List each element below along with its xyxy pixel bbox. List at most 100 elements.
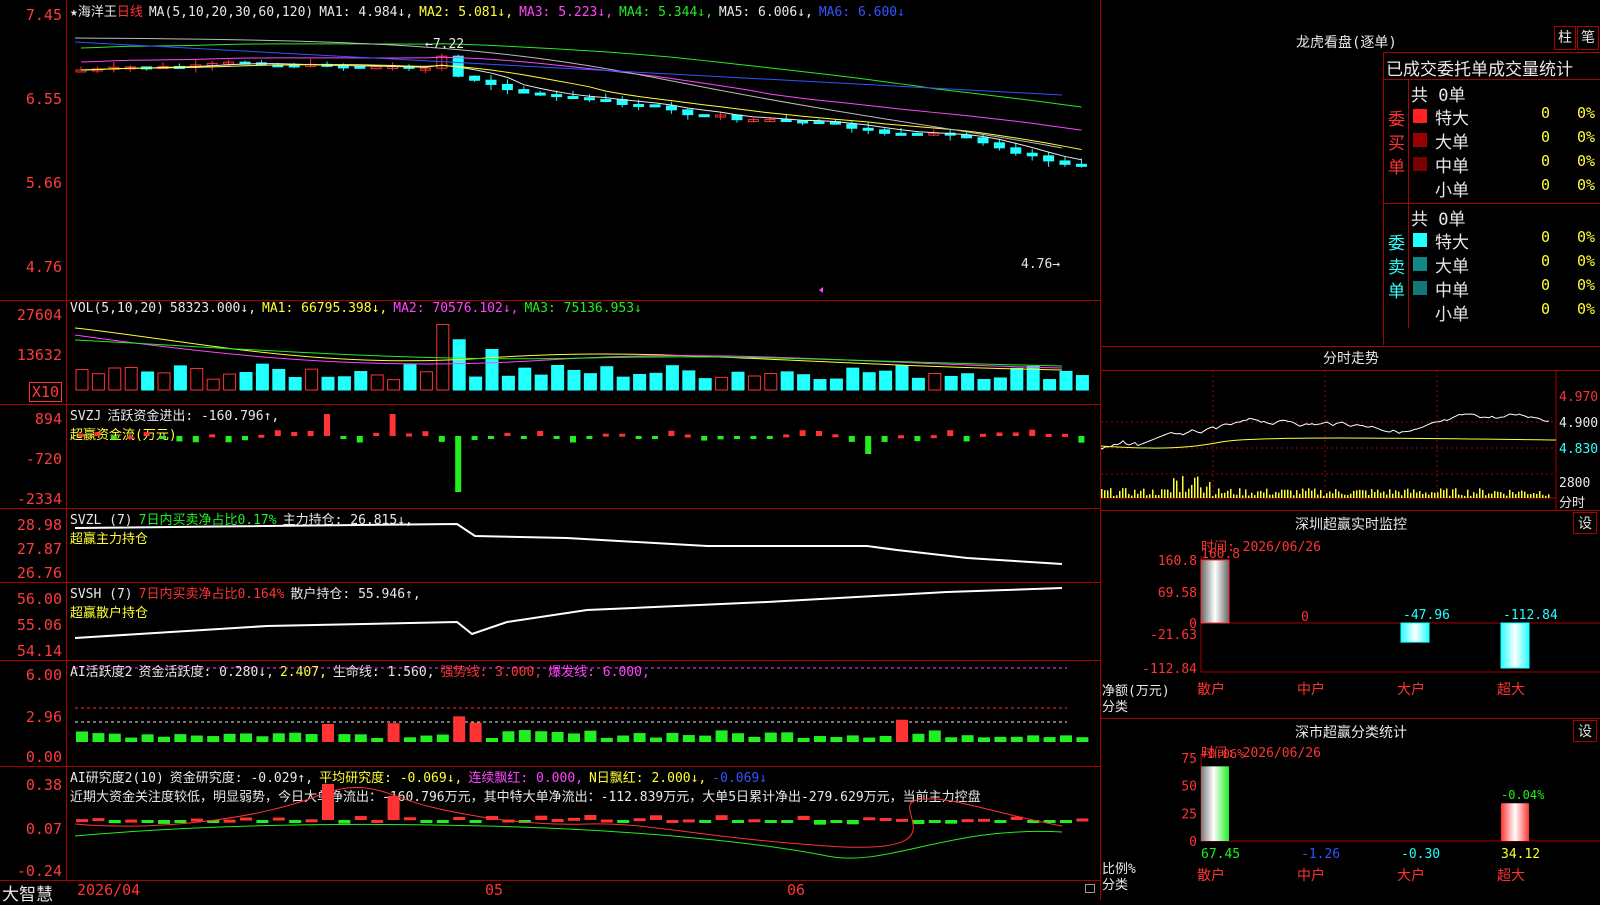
research-bar [600,819,613,823]
volume-chart [74,323,1089,391]
lock-icon[interactable] [1085,884,1095,893]
monitor-bar [1400,622,1430,643]
research-bar [764,820,777,823]
classification-panel[interactable]: 深市超赢分类统计 设 时间: 2026/06/26 75 50 25 0 +0.06% 6… [1100,718,1600,900]
monitor-panel[interactable]: 深圳超赢实时监控 设 时间: 2026/06/26 160.8 69.58 0 -21… [1100,510,1600,719]
ts-tick: 4.970 [1559,390,1599,405]
fund-flow-bar [504,432,511,436]
research-bar [240,817,252,821]
row-qty: 0 [1541,228,1551,246]
fund-flow-bar [553,436,560,439]
date-label: 2026/04 [77,881,141,899]
timeshare-volume-bar [1521,490,1523,498]
ai-activity-panel[interactable]: 6.00 2.96 0.00 AI活跃度2 资金活跃度: 0.280↓, 2.407… [0,660,1100,767]
research-bar [748,819,761,823]
activity-bar [486,737,498,742]
candle [600,99,612,103]
timeshare-volume-bar [1269,494,1271,498]
volume-bar [469,376,483,391]
bar-mode-button[interactable]: 柱 [1554,26,1576,50]
ai-research-panel[interactable]: 0.38 0.07 -0.24 AI研究度2(10) 资金研究度: -0.029↑… [0,766,1100,881]
fund-flow-bar [881,436,888,442]
timeshare-panel[interactable]: 分时走势 4.970 4.900 4.830 2800 分时 [1100,346,1600,511]
activity-bar [600,737,613,742]
timeshare-volume-bar [1239,488,1241,498]
fund-flow-bar [1012,432,1019,436]
tick-mode-button[interactable]: 笔 [1577,26,1599,50]
timeshare-volume-bar [1197,476,1199,498]
research-bar [666,819,679,823]
timeshare-volume-bar [1371,489,1373,498]
activity-bar [781,732,794,742]
timeshare-volume-bar [1473,492,1475,498]
class-category: 散户 [1197,867,1225,884]
fund-flow-bar [438,436,445,442]
research-bar [1076,818,1089,822]
volume-bar [75,369,89,391]
candle [633,103,645,107]
volume-bar [797,374,811,391]
candle [665,105,677,111]
timeshare-volume-bar [1233,494,1235,498]
research-bar [289,820,302,823]
monitor-y-tick: -21.63 [1150,628,1197,643]
activity-bar [305,734,318,742]
candle [977,137,989,144]
ai2-axis: 0.38 0.07 -0.24 [0,766,67,880]
activity-bar [256,736,269,742]
volume-bar [780,371,794,391]
timeshare-volume-bar [1437,492,1439,498]
activity-bar [650,737,662,742]
timeshare-volume-bar [1338,491,1340,498]
timeshare-volume-bar [1248,495,1250,498]
vol-ma1-line [74,327,1063,371]
activity-bar [338,734,351,742]
timeshare-volume-bar [1428,494,1430,498]
row-pct: 0% [1577,176,1596,194]
candle [485,79,497,85]
fund-flow-bar [734,436,740,439]
svsh-panel[interactable]: 56.00 55.06 54.14 SVSH (7) 7日内买卖净占比0.164%… [0,582,1100,661]
row-color-swatch [1413,109,1427,123]
candle [895,132,907,136]
activity-bar [272,733,285,742]
research-bar [994,820,1007,823]
activity-bar [1043,737,1056,742]
row-color-swatch [1413,233,1427,247]
fund-flow-bar [537,430,544,436]
timeshare-volume-bar [1146,495,1148,498]
timeshare-volume-bar [1227,490,1229,498]
activity-bar [1076,737,1089,742]
timeshare-volume-bar [1311,490,1313,498]
row-pct: 0% [1577,300,1596,318]
ma1-line [80,63,1082,161]
volume-panel[interactable]: 27604 13632 X10 VOL(5,10,20) 58323.000↓, M… [0,300,1100,405]
timeshare-volume-bar [1380,492,1382,498]
fund-flow-bar [455,436,462,492]
timeshare-volume-bar [1440,488,1442,498]
brand-label: 大智慧 [2,885,53,905]
activity-bar [125,737,138,742]
research-bar [354,816,367,820]
timeshare-volume-bar [1548,494,1550,498]
activity-bar [387,723,400,742]
volume-bar [583,373,597,391]
candlestick-chart: ←7.22 4.76→ [74,37,1087,293]
timeshare-volume-bar [1392,493,1394,498]
timeshare-volume-bar [1452,489,1454,498]
volume-bar [879,370,893,391]
row-pct: 0% [1577,104,1596,122]
activity-bar [453,716,466,742]
fund-flow-bar [258,434,265,438]
volume-bar [977,378,991,391]
row-name: 中单 [1435,157,1469,177]
candle [518,89,530,94]
candle [337,65,349,69]
fund-flow-bar [816,430,822,436]
svzj-panel[interactable]: 894 -720 -2334 SVZJ 活跃资金进出: -160.796↑, 超赢… [0,404,1100,509]
svzj-axis: 894 -720 -2334 [0,404,67,508]
kline-panel[interactable]: 7.45 6.55 5.66 4.76 ★海洋王日线 MA(5,10,20,30,… [0,0,1100,301]
timeshare-volume-bar [1221,493,1223,498]
svzl-panel[interactable]: 28.98 27.87 26.76 SVZL (7) 7日内买卖净占比0.17% 主… [0,508,1100,583]
activity-bar [289,732,302,742]
